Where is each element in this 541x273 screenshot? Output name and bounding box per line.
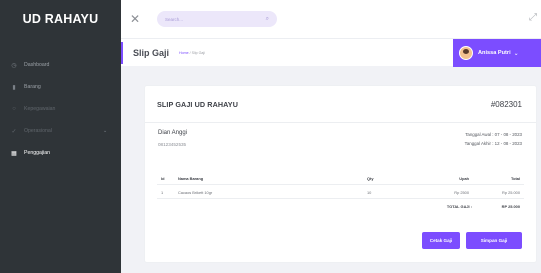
column-header-name: Nama Barang (178, 176, 204, 181)
sidebar-item-barang[interactable]: ▮ Barang (0, 76, 121, 98)
close-icon[interactable]: ✕ (123, 7, 147, 31)
total-label: TOTAL GAJI : (446, 204, 472, 209)
sidebar: UD RAHAYU ◷ Dashboard ▮ Barang ○ Kepegaw… (0, 0, 121, 273)
sidebar-item-label: Barang (24, 84, 41, 90)
people-icon: ○ (12, 106, 16, 112)
sidebar-item-label: Kepegawaian (24, 106, 56, 112)
breadcrumb: Home / Slip Gaji (179, 51, 205, 55)
total-row: TOTAL GAJI : RP 25.000 (157, 199, 524, 213)
user-name: Anissa Putri (478, 50, 511, 56)
page-header: Slip Gaji Home / Slip Gaji Anissa Putri … (121, 38, 541, 67)
table-row: 1 Cacaos Brikett 10gr 10 Rp 2500 Rp 25.0… (157, 185, 524, 199)
breadcrumb-home[interactable]: Home (179, 51, 189, 55)
column-header-qty: Qty (367, 176, 374, 181)
avatar (459, 46, 473, 60)
sidebar-item-dashboard[interactable]: ◷ Dashboard (0, 54, 121, 76)
cell-qty: 10 (367, 190, 372, 195)
dashboard-icon: ◷ (11, 62, 17, 69)
slip-number: #082301 (490, 99, 522, 109)
cell-upah: Rp 2500 (454, 190, 469, 195)
sidebar-item-label: Operasional (24, 128, 52, 134)
search-icon[interactable]: ⌕ (266, 16, 269, 23)
employee-phone: 08123452535 (158, 142, 187, 147)
topbar: ✕ Search... ⌕ ⤢ (121, 0, 541, 38)
receipt-icon: ▦ (11, 150, 17, 157)
cell-name: Cacaos Brikett 10gr (178, 190, 213, 195)
cell-id: 1 (161, 190, 164, 195)
app-root: UD RAHAYU ◷ Dashboard ▮ Barang ○ Kepegaw… (0, 0, 541, 273)
slip-header: SLIP GAJI UD RAHAYU #082301 (145, 86, 536, 123)
save-slip-button[interactable]: Simpan Gaji (466, 232, 522, 249)
table-header: Id Nama Barang Qty Upah Total (157, 171, 524, 185)
chevron-down-icon: ⌄ (513, 50, 519, 57)
sidebar-nav: ◷ Dashboard ▮ Barang ○ Kepegawaian ✓ Ope… (0, 54, 121, 164)
cell-total: Rp 25.000 (502, 190, 520, 195)
page-title: Slip Gaji (133, 47, 170, 58)
column-header-total: Total (510, 176, 520, 181)
sidebar-item-operasional[interactable]: ✓ Operasional ⌄ (0, 120, 121, 142)
salary-slip-card: SLIP GAJI UD RAHAYU #082301 Dian Anggi 0… (145, 86, 536, 262)
search-input[interactable]: Search... ⌕ (157, 11, 277, 27)
sidebar-item-penggajian[interactable]: ▦ Penggajian (0, 142, 121, 164)
user-menu-button[interactable]: Anissa Putri ⌄ (453, 39, 541, 67)
print-slip-button[interactable]: Cetak Gaji (422, 232, 460, 249)
search-placeholder: Search... (165, 16, 184, 22)
end-date: Tanggal Akhir : 12 - 08 - 2023 (464, 141, 522, 146)
tools-icon: ✓ (11, 128, 17, 135)
start-date: Tanggal Awal : 07 - 08 - 2023 (465, 132, 522, 137)
slip-title: SLIP GAJI UD RAHAYU (157, 99, 238, 109)
title-accent-bar (121, 42, 123, 64)
total-value: RP 25.000 (501, 204, 520, 209)
fullscreen-icon[interactable]: ⤢ (529, 12, 537, 23)
brand-logo: UD RAHAYU (22, 12, 99, 26)
sidebar-item-kepegawaian[interactable]: ○ Kepegawaian (0, 98, 121, 120)
breadcrumb-current: Slip Gaji (191, 50, 205, 55)
column-header-id: Id (161, 176, 165, 181)
slip-table: Id Nama Barang Qty Upah Total 1 Cacaos B… (157, 171, 524, 213)
employee-name: Dian Anggi (158, 130, 188, 136)
column-header-upah: Upah (459, 176, 469, 181)
sidebar-item-label: Dashboard (24, 62, 50, 68)
sidebar-item-label: Penggajian (24, 150, 50, 156)
box-icon: ▮ (12, 84, 16, 91)
slip-meta: Dian Anggi 08123452535 Tanggal Awal : 07… (145, 123, 536, 163)
chevron-down-icon: ⌄ (103, 128, 108, 134)
